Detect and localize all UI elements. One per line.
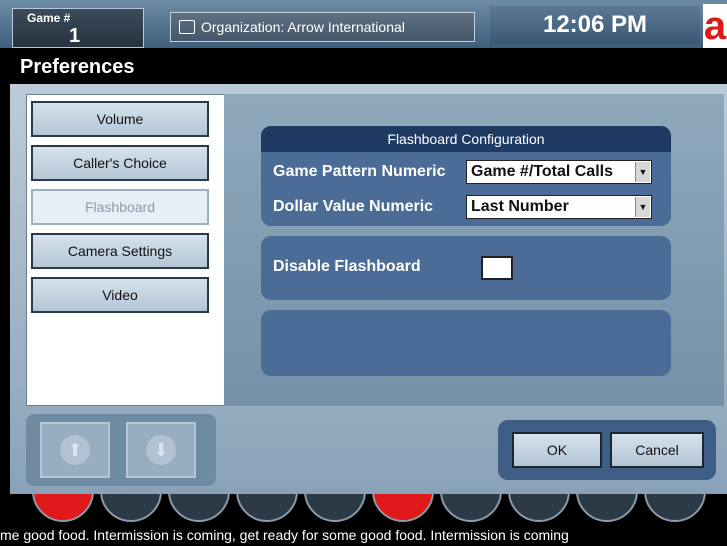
section-title: Flashboard Configuration <box>261 126 671 152</box>
game-label: Game # <box>27 11 71 25</box>
arrow-down-icon: ⬇ <box>146 435 176 465</box>
ball <box>440 494 502 522</box>
disable-flashboard-card: Disable Flashboard <box>261 236 671 300</box>
window-title: Preferences <box>10 50 727 84</box>
clock: 12:06 PM <box>490 6 700 44</box>
game-pattern-label: Game Pattern Numeric <box>273 163 446 180</box>
chevron-down-icon[interactable]: ▼ <box>635 197 650 217</box>
game-pattern-value: Game #/Total Calls <box>471 163 613 180</box>
scroll-up-button[interactable]: ⬆ <box>40 422 110 478</box>
ball <box>644 494 706 522</box>
ball <box>32 494 94 522</box>
dollar-value-value: Last Number <box>471 198 569 215</box>
dollar-value-select[interactable]: Last Number ▼ <box>466 195 652 219</box>
ticker: me good food. Intermission is coming, ge… <box>0 524 727 546</box>
disable-flashboard-label: Disable Flashboard <box>273 258 421 275</box>
logo: a <box>703 4 727 48</box>
hand-pointer-icon <box>179 20 195 34</box>
game-number-box: Game # 1 <box>12 8 144 48</box>
dialog-actions: OK Cancel <box>498 420 716 480</box>
disable-flashboard-checkbox[interactable] <box>481 256 513 280</box>
ball <box>508 494 570 522</box>
game-pattern-select[interactable]: Game #/Total Calls ▼ <box>466 160 652 184</box>
settings-area: Flashboard Configuration Game Pattern Nu… <box>224 94 724 406</box>
ball <box>168 494 230 522</box>
nav-video[interactable]: Video <box>31 277 209 313</box>
nav-volume[interactable]: Volume <box>31 101 209 137</box>
organization-name: Organization: Arrow International <box>201 19 405 35</box>
scroll-buttons: ⬆ ⬇ <box>26 414 216 486</box>
preferences-nav: Volume Caller's Choice Flashboard Camera… <box>26 94 228 406</box>
organization-box: Organization: Arrow International <box>170 12 475 42</box>
flashboard-config-card: Flashboard Configuration Game Pattern Nu… <box>261 126 671 226</box>
preferences-panel: Volume Caller's Choice Flashboard Camera… <box>10 84 727 494</box>
dollar-value-label: Dollar Value Numeric <box>273 198 434 215</box>
scroll-down-button[interactable]: ⬇ <box>126 422 196 478</box>
ball <box>576 494 638 522</box>
ball <box>304 494 366 522</box>
top-bar: Game # 1 Organization: Arrow Internation… <box>0 0 727 48</box>
chevron-down-icon[interactable]: ▼ <box>635 162 650 182</box>
ok-button[interactable]: OK <box>512 432 602 468</box>
cancel-button[interactable]: Cancel <box>610 432 704 468</box>
game-number: 1 <box>69 25 81 47</box>
ball <box>372 494 434 522</box>
ball <box>236 494 298 522</box>
nav-flashboard[interactable]: Flashboard <box>31 189 209 225</box>
ball <box>100 494 162 522</box>
empty-card <box>261 310 671 376</box>
arrow-up-icon: ⬆ <box>60 435 90 465</box>
nav-callers-choice[interactable]: Caller's Choice <box>31 145 209 181</box>
called-balls-strip <box>0 494 727 522</box>
nav-camera-settings[interactable]: Camera Settings <box>31 233 209 269</box>
